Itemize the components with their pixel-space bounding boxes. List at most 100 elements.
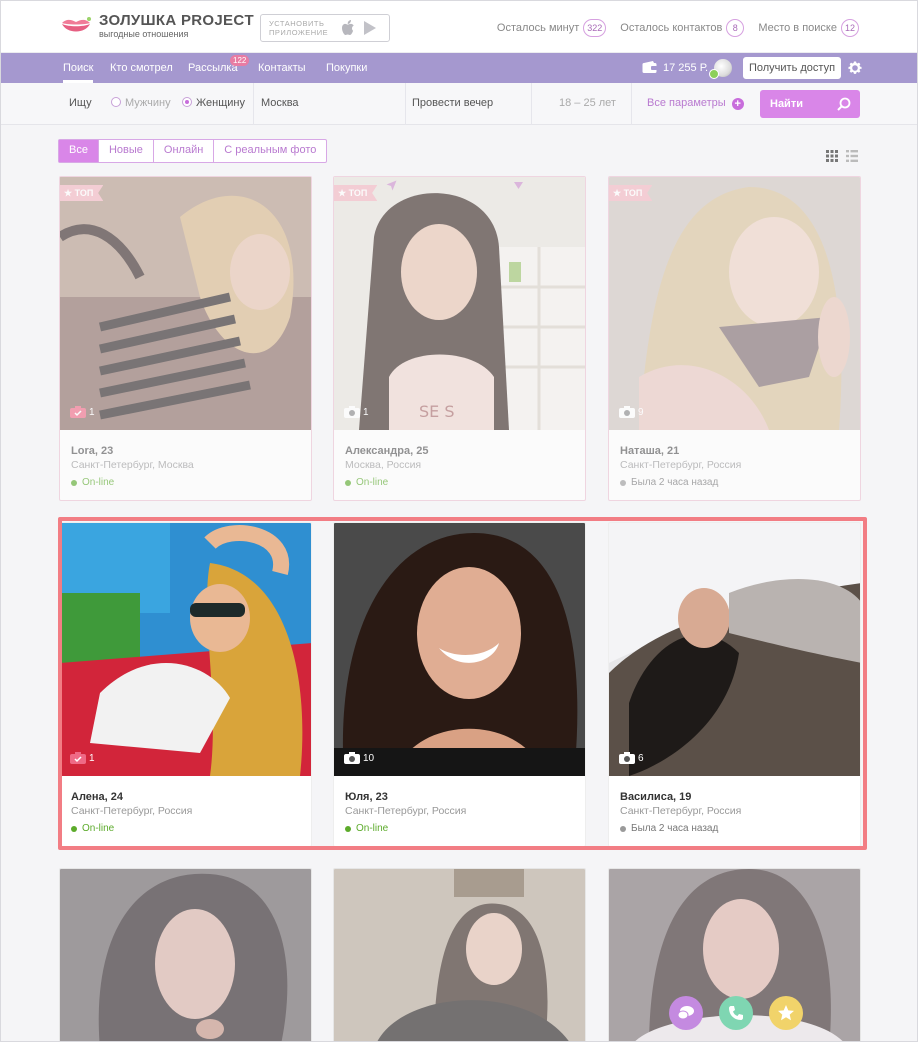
nav-item-contacts[interactable]: Контакты (258, 62, 306, 74)
logo[interactable]: ЗОЛУШКА PROJECT выгодные отношения (61, 13, 254, 39)
offline-dot (620, 480, 626, 486)
balance-amount: 17 255 Р. (663, 61, 709, 74)
search-bar: Ищу Мужчину Женщину Москва Провести вече… (1, 83, 917, 191)
star-icon (778, 1005, 794, 1021)
photo-woman-sunglasses (60, 523, 311, 776)
photo-count: 9 (619, 406, 644, 418)
status-label: Была 2 часа назад (631, 477, 719, 488)
profile-name[interactable]: Наташа, 21 (620, 444, 741, 458)
filter-online[interactable]: Онлайн (154, 140, 215, 162)
profile-card[interactable]: 1 Алена, 24 Санкт-Петербург, Россия On-l… (59, 522, 312, 847)
status-label: On-line (82, 823, 115, 834)
profile-card[interactable] (59, 868, 312, 1041)
filter-tabs: Все Новые Онлайн С реальным фото (58, 139, 328, 163)
profile-name[interactable]: Юля, 23 (345, 790, 466, 804)
logo-title: ЗОЛУШКА PROJECT (99, 12, 254, 29)
lips-logo-icon (62, 17, 91, 32)
filter-all[interactable]: Все (59, 140, 99, 162)
offline-dot (620, 826, 626, 832)
option-men-label: Мужчину (125, 97, 171, 109)
divider (631, 83, 632, 125)
install-app-line1: УСТАНОВИТЬ (269, 19, 325, 28)
profile-card[interactable]: 6 Василиса, 19 Санкт-Петербург, Россия Б… (608, 522, 861, 847)
city-input[interactable]: Москва (261, 97, 299, 109)
option-men-radio[interactable]: Мужчину (111, 97, 171, 109)
install-app-line2: ПРИЛОЖЕНИЕ (269, 28, 329, 37)
status-label: On-line (82, 477, 115, 488)
profile-photo[interactable]: 6 (609, 523, 860, 776)
profile-name[interactable]: Александра, 25 (345, 444, 428, 458)
call-button[interactable] (719, 996, 753, 1030)
stat-search-place-value: 12 (840, 19, 859, 37)
chat-button[interactable] (669, 996, 703, 1030)
status-online: On-line (345, 476, 428, 490)
stat-contacts: Осталось контактов 8 (620, 19, 745, 37)
radio-women[interactable] (182, 97, 192, 107)
status-label: Была 2 часа назад (631, 823, 719, 834)
stat-contacts-value: 8 (726, 19, 745, 37)
all-params-button[interactable]: Все параметры + (647, 97, 744, 110)
get-access-button[interactable]: Получить доступ (743, 57, 841, 79)
profile-card[interactable]: SE S ★ ТОП 1 Александра, 25 Москва, Росс… (333, 176, 586, 501)
apple-icon[interactable] (339, 19, 357, 37)
status-online: On-line (71, 822, 192, 836)
online-dot (345, 826, 351, 832)
app-frame: ЗОЛУШКА PROJECT выгодные отношения УСТАН… (0, 0, 918, 1042)
profile-photo[interactable] (334, 869, 585, 1041)
top-badge: ★ ТОП (60, 185, 104, 201)
profile-card[interactable] (333, 868, 586, 1041)
photo-count: 6 (619, 752, 644, 764)
find-button[interactable]: Найти (760, 90, 860, 118)
age-range-input[interactable]: 18 – 25 лет (559, 97, 616, 109)
chat-bubble-icon (677, 1006, 694, 1020)
photo-count-value: 6 (638, 752, 644, 764)
avatar-online-dot (709, 69, 719, 79)
profile-name[interactable]: Lora, 23 (71, 444, 194, 458)
divider (405, 83, 406, 125)
gear-icon[interactable] (847, 60, 863, 76)
photo-count-value: 1 (363, 406, 369, 418)
nav-item-who-viewed[interactable]: Кто смотрел (110, 62, 173, 74)
photo-count-value: 1 (89, 752, 95, 764)
profile-photo[interactable]: ★ ТОП 9 (609, 177, 860, 430)
photo-count-value: 10 (363, 752, 375, 764)
photo-count: 1 (344, 406, 369, 418)
profile-name[interactable]: Василиса, 19 (620, 790, 741, 804)
profile-name[interactable]: Алена, 24 (71, 790, 192, 804)
profile-card[interactable]: ★ ТОП 1 Lora, 23 Санкт-Петербург, Москва… (59, 176, 312, 501)
divider (531, 83, 532, 125)
favorite-button[interactable] (769, 996, 803, 1030)
profile-photo[interactable]: 10 (334, 523, 585, 776)
option-women-radio[interactable]: Женщину (182, 97, 245, 109)
status-offline: Была 2 часа назад (620, 476, 741, 490)
filter-real-photo[interactable]: С реальным фото (214, 140, 326, 162)
profile-city: Санкт-Петербург, Москва (71, 459, 194, 471)
filter-new[interactable]: Новые (99, 140, 154, 162)
status-online: On-line (71, 476, 194, 490)
radio-men[interactable] (111, 97, 121, 107)
status-online: On-line (345, 822, 466, 836)
profile-card[interactable]: 10 Юля, 23 Санкт-Петербург, Россия On-li… (333, 522, 586, 847)
photo-woman-dark-hair (60, 869, 311, 1041)
install-app-button[interactable]: УСТАНОВИТЬ ПРИЛОЖЕНИЕ (260, 14, 390, 42)
online-dot (71, 826, 77, 832)
profile-photo[interactable]: ★ ТОП 1 (60, 177, 311, 430)
grid-view-icon[interactable] (826, 150, 838, 162)
mailing-count-badge: 122 (230, 55, 250, 66)
nav-item-search[interactable]: Поиск (63, 62, 94, 83)
purpose-select[interactable]: Провести вечер (412, 97, 493, 109)
profile-photo[interactable]: SE S ★ ТОП 1 (334, 177, 585, 430)
top-header: ЗОЛУШКА PROJECT выгодные отношения УСТАН… (1, 1, 917, 53)
profile-photo[interactable] (60, 869, 311, 1041)
camera-icon (619, 752, 635, 764)
profile-photo[interactable]: 1 (60, 523, 311, 776)
wallet-balance[interactable]: 17 255 Р. (642, 61, 708, 74)
photo-woman-smiling (334, 523, 585, 776)
play-store-icon[interactable] (361, 19, 379, 37)
photo-count: 1 (70, 406, 95, 418)
nav-item-purchases[interactable]: Покупки (326, 62, 367, 74)
profile-card[interactable]: ★ ТОП 9 Наташа, 21 Санкт-Петербург, Росс… (608, 176, 861, 501)
photo-woman-striped-dress (60, 177, 311, 430)
list-view-icon[interactable] (846, 150, 858, 162)
camera-icon (344, 406, 360, 418)
